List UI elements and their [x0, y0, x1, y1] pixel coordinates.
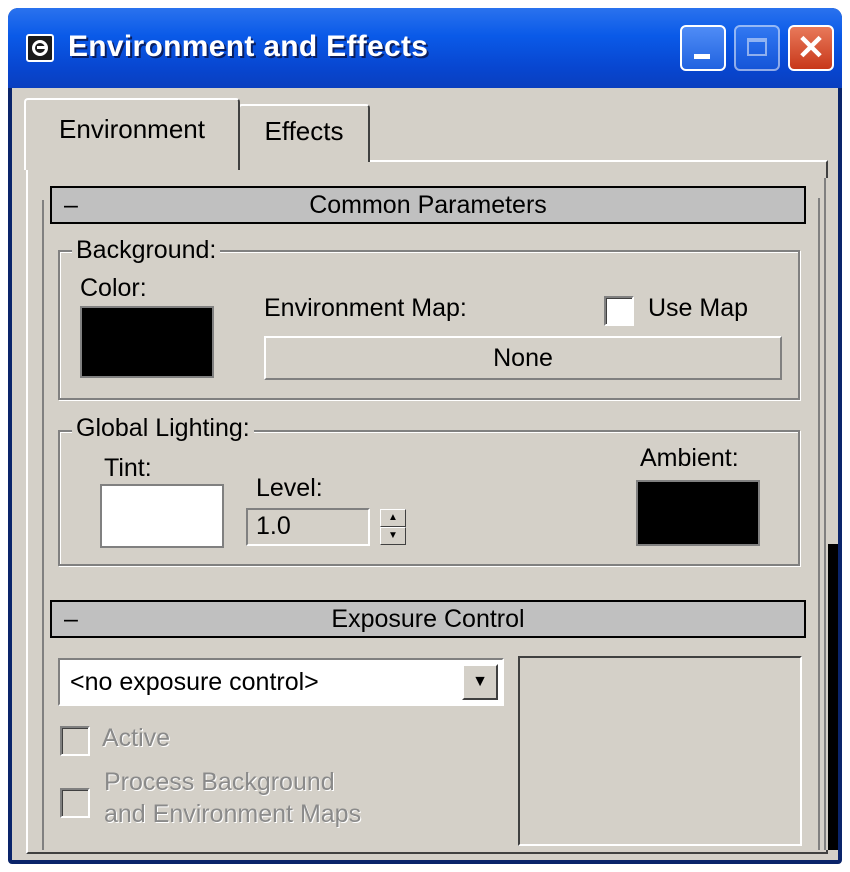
- exposure-control-selected: <no exposure control>: [70, 668, 319, 696]
- rollout-left-border: [42, 200, 44, 850]
- title-bar[interactable]: Environment and Effects ✕: [8, 8, 842, 88]
- tab-effects[interactable]: Effects: [238, 104, 370, 162]
- tint-color-swatch[interactable]: [100, 484, 224, 548]
- process-background-label-line1: Process Background: [104, 768, 335, 796]
- level-spinner-input[interactable]: 1.0: [246, 508, 370, 546]
- tab-environment[interactable]: Environment: [24, 98, 240, 170]
- maximize-icon: [747, 38, 767, 56]
- environment-effects-window: Environment and Effects ✕ Environment Ef…: [8, 8, 842, 864]
- app-icon[interactable]: [26, 34, 54, 62]
- exposure-control-dropdown[interactable]: <no exposure control>: [58, 658, 504, 706]
- dialog-client-area: Environment Effects – Common Parameters …: [12, 88, 838, 860]
- scrollbar-thumb[interactable]: [828, 544, 838, 850]
- active-checkbox[interactable]: [60, 726, 90, 756]
- collapse-icon: –: [64, 191, 78, 219]
- active-label: Active: [102, 724, 171, 752]
- close-icon: ✕: [796, 29, 826, 67]
- level-label: Level:: [256, 474, 323, 502]
- level-spinner-down[interactable]: ▼: [380, 527, 406, 545]
- window-title: Environment and Effects: [68, 30, 429, 63]
- global-lighting-group-label: Global Lighting:: [72, 414, 254, 443]
- exposure-control-rollout-header[interactable]: – Exposure Control: [50, 600, 806, 638]
- exposure-preview-area: [518, 656, 802, 846]
- background-group-label: Background:: [72, 236, 221, 265]
- vertical-scrollbar[interactable]: [824, 178, 838, 850]
- exposure-control-title: Exposure Control: [331, 605, 525, 633]
- tint-label: Tint:: [104, 454, 152, 482]
- process-background-checkbox[interactable]: [60, 788, 90, 818]
- collapse-icon: –: [64, 605, 78, 633]
- level-spinner-up[interactable]: ▲: [380, 509, 406, 527]
- maximize-button[interactable]: [734, 25, 780, 71]
- close-button[interactable]: ✕: [788, 25, 834, 71]
- chevron-down-icon[interactable]: ▼: [462, 664, 498, 700]
- color-label: Color:: [80, 274, 147, 302]
- common-parameters-title: Common Parameters: [309, 191, 547, 219]
- use-map-label: Use Map: [648, 294, 749, 322]
- rollout-right-border: [818, 198, 820, 850]
- process-background-label-line2: and Environment Maps: [104, 800, 362, 828]
- use-map-checkbox[interactable]: [604, 296, 634, 326]
- background-color-swatch[interactable]: [80, 306, 214, 378]
- environment-map-button[interactable]: None: [264, 336, 782, 380]
- minimize-icon: [694, 54, 710, 59]
- ambient-label: Ambient:: [640, 444, 739, 472]
- minimize-button[interactable]: [680, 25, 726, 71]
- environment-map-label: Environment Map:: [264, 294, 467, 322]
- ambient-color-swatch[interactable]: [636, 480, 760, 546]
- common-parameters-rollout-header[interactable]: – Common Parameters: [50, 186, 806, 224]
